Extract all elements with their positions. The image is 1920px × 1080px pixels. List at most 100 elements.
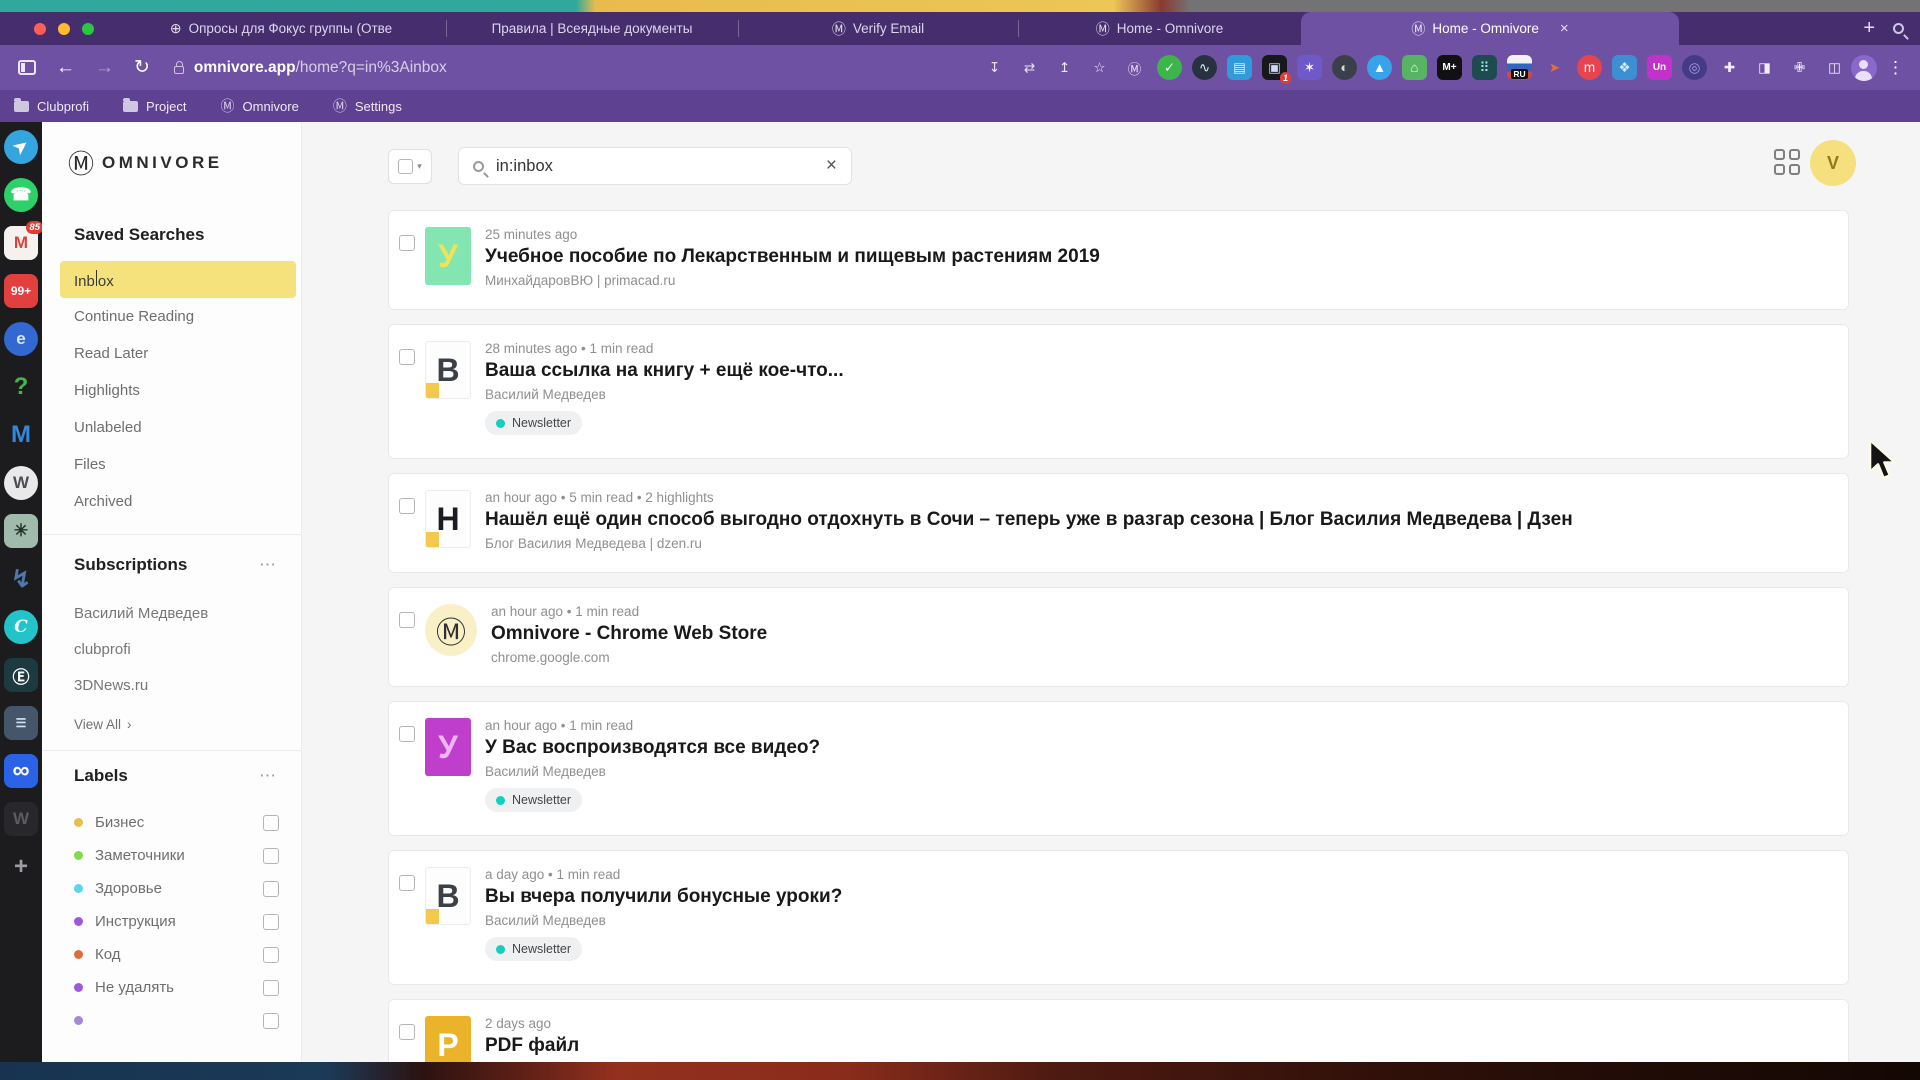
extension-icon[interactable]: m (1577, 55, 1602, 80)
label-checkbox[interactable] (263, 1013, 279, 1029)
extension-icon[interactable]: ↥ (1052, 55, 1077, 80)
subscription-item[interactable]: 3DNews.ru (42, 667, 301, 703)
lock-icon[interactable] (174, 66, 184, 74)
dock-icon[interactable]: W (4, 802, 38, 836)
article-checkbox[interactable] (399, 235, 415, 251)
extension-icon[interactable]: ⇄ (1017, 55, 1042, 80)
browser-tab[interactable]: Правила | Всеядные документы (446, 12, 738, 45)
select-all-checkbox[interactable] (398, 159, 413, 174)
saved-search-item[interactable]: Read Later (42, 335, 301, 372)
article-title[interactable]: PDF файл (485, 1035, 579, 1057)
tab-search-button[interactable] (1893, 12, 1920, 45)
extension-icon[interactable]: ✙ (1787, 55, 1812, 80)
dock-icon[interactable]: ✳ (4, 514, 38, 548)
article-card[interactable]: В a day ago • 1 min read Вы вчера получи… (388, 850, 1849, 985)
extension-icon[interactable]: ✓ (1157, 55, 1182, 80)
browser-tab[interactable]: Ⓜ Home - Omnivore (1018, 12, 1301, 45)
dock-icon[interactable]: Ⓔ (4, 658, 38, 692)
dock-icon[interactable]: M 85 (4, 226, 38, 260)
article-title[interactable]: Нашёл ещё один способ выгодно отдохнуть … (485, 509, 1573, 531)
extension-icon[interactable]: ◫ (1822, 55, 1847, 80)
bookmark-item[interactable]: Ⓜ Settings (333, 96, 402, 116)
close-window-button[interactable] (34, 23, 46, 35)
dock-icon[interactable]: ∞ (4, 754, 38, 788)
extension-icon[interactable]: ▲ (1367, 55, 1392, 80)
address-bar[interactable]: omnivore.app/home?q=in%3Ainbox (194, 59, 447, 77)
subscription-item[interactable]: clubprofi (42, 631, 301, 667)
label-item[interactable]: Код (42, 938, 301, 971)
dock-icon[interactable]: ☎ (4, 178, 38, 212)
profile-avatar[interactable] (1851, 55, 1877, 81)
new-tab-button[interactable]: + (1845, 12, 1893, 45)
article-card[interactable]: У 25 minutes ago Учебное пособие по Лека… (388, 210, 1849, 310)
saved-search-item[interactable]: Highlights (42, 372, 301, 409)
label-item[interactable]: Инструкция (42, 905, 301, 938)
extension-icon[interactable]: ▣ 1 (1262, 55, 1287, 80)
extension-icon[interactable]: ➤ (1542, 55, 1567, 80)
extension-icon[interactable]: ✶ (1297, 55, 1322, 80)
dock-icon[interactable]: ↯ (4, 562, 38, 596)
bookmark-item[interactable]: Ⓜ Omnivore (221, 96, 299, 116)
subscription-item[interactable]: Василий Медведев (42, 595, 301, 631)
browser-tab[interactable]: ⊕ Опросы для Фокус группы (Отве (116, 12, 446, 45)
label-checkbox[interactable] (263, 881, 279, 897)
clear-search-icon[interactable]: × (826, 155, 837, 177)
article-checkbox[interactable] (399, 349, 415, 365)
extension-icon[interactable]: ✚ (1717, 55, 1742, 80)
label-checkbox[interactable] (263, 947, 279, 963)
extension-icon[interactable]: ⌂ (1402, 55, 1427, 80)
dock-icon[interactable]: 99+ (4, 274, 38, 308)
label-item[interactable]: Не удалять (42, 971, 301, 1004)
bookmark-item[interactable]: Clubprofi (14, 99, 89, 114)
search-input[interactable]: in:inbox (496, 157, 826, 176)
user-avatar[interactable]: V (1810, 140, 1856, 186)
article-title[interactable]: Omnivore - Chrome Web Store (491, 623, 767, 645)
saved-search-item[interactable]: Files (42, 446, 301, 483)
extension-icon[interactable]: Ⓜ (1122, 55, 1147, 80)
minimize-window-button[interactable] (58, 23, 70, 35)
bookmark-item[interactable]: Project (123, 99, 186, 114)
back-button[interactable]: ← (56, 57, 75, 79)
subscriptions-more-icon[interactable]: ⋯ (259, 555, 277, 575)
label-checkbox[interactable] (263, 980, 279, 996)
extension-icon[interactable]: ☆ (1087, 55, 1112, 80)
article-title[interactable]: У Вас воспроизводятся все видео? (485, 737, 820, 759)
article-checkbox[interactable] (399, 726, 415, 742)
article-title[interactable]: Вы вчера получили бонусные уроки? (485, 886, 842, 908)
dock-icon[interactable]: ? (4, 370, 38, 404)
extension-icon[interactable]: M+ (1437, 55, 1462, 80)
forward-button[interactable]: → (95, 57, 114, 79)
label-checkbox[interactable] (263, 815, 279, 831)
saved-search-item[interactable]: Continue Reading (42, 298, 301, 335)
sidebar-toggle-icon[interactable] (18, 60, 36, 75)
article-checkbox[interactable] (399, 498, 415, 514)
saved-search-item[interactable]: Unlabeled (42, 409, 301, 446)
article-title[interactable]: Ваша ссылка на книгу + ещё кое-что... (485, 360, 844, 382)
label-item[interactable]: Здоровье (42, 872, 301, 905)
label-item[interactable]: Заметочники (42, 839, 301, 872)
extension-icon[interactable]: ❖ (1612, 55, 1637, 80)
select-all-control[interactable]: ▾ (388, 149, 432, 184)
article-card[interactable]: В 28 minutes ago • 1 min read Ваша ссылк… (388, 324, 1849, 459)
browser-tab[interactable]: Ⓜ Verify Email (738, 12, 1018, 45)
label-item[interactable]: Бизнес (42, 806, 301, 839)
article-card[interactable]: P 2 days ago PDF файл (388, 999, 1849, 1062)
tab-close-icon[interactable]: × (1560, 20, 1569, 37)
saved-search-item[interactable]: Inbox (60, 261, 296, 298)
reload-button[interactable]: ↻ (134, 56, 150, 79)
article-card[interactable]: Н an hour ago • 5 min read • 2 highlight… (388, 473, 1849, 573)
label-item[interactable] (42, 1004, 301, 1037)
browser-tab[interactable]: Ⓜ Home - Omnivore × (1301, 12, 1679, 45)
layout-grid-icon[interactable] (1774, 149, 1800, 175)
extension-icon[interactable]: ◨ (1752, 55, 1777, 80)
article-checkbox[interactable] (399, 875, 415, 891)
dock-icon[interactable]: W (4, 466, 38, 500)
maximize-window-button[interactable] (82, 23, 94, 35)
dock-icon[interactable]: ➤ (4, 130, 38, 164)
extension-icon[interactable]: ⠿ (1472, 55, 1497, 80)
article-checkbox[interactable] (399, 1024, 415, 1040)
extension-icon[interactable]: Un (1647, 55, 1672, 80)
dock-icon[interactable]: + (4, 850, 38, 884)
extension-icon[interactable]: ▤ (1227, 55, 1252, 80)
dock-icon[interactable]: M (4, 418, 38, 452)
